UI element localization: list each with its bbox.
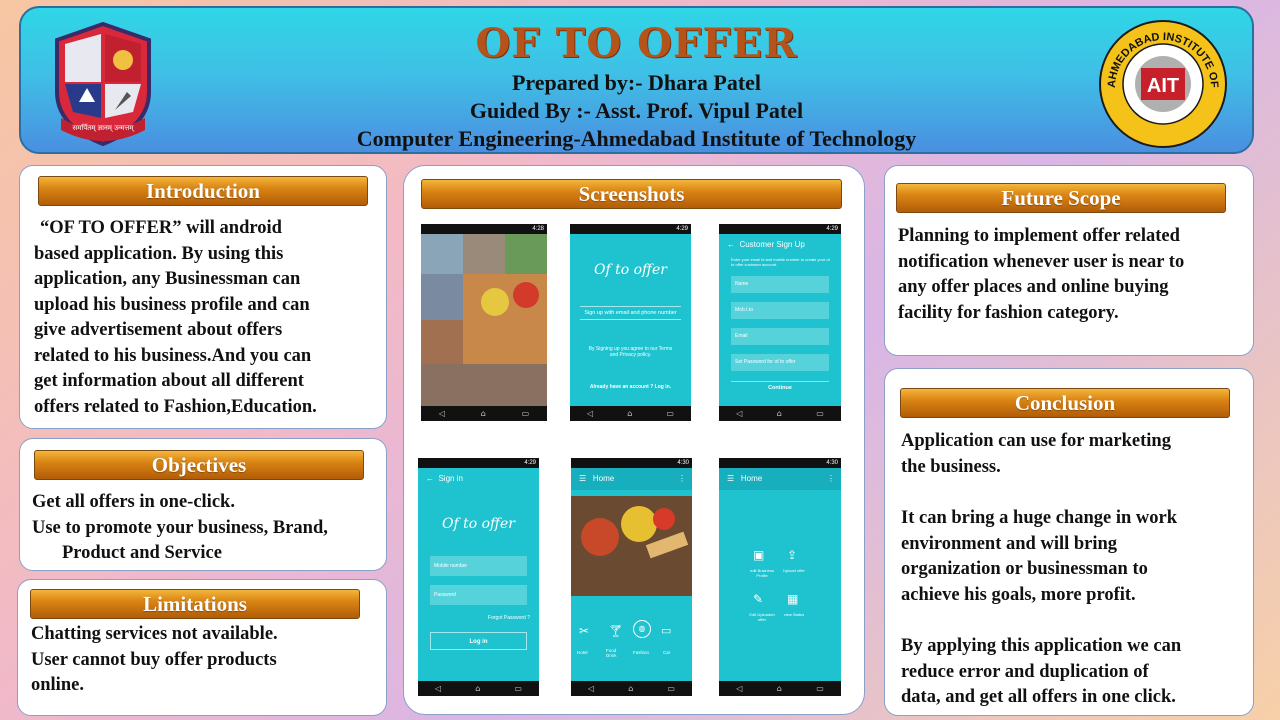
objectives-text: Get all offers in one-click. Use to prom… [32, 492, 328, 563]
ait-logo-icon: AHMEDABAD INSTITUTE OF TECHNOLOGY AIT [1097, 18, 1227, 148]
introduction-panel: Introduction “OF TO OFFER” will android … [19, 165, 387, 429]
screenshot-welcome: 4:29 Of to offer Sign up with email and … [570, 224, 691, 421]
screenshots-panel: Screenshots 4:28 ◁ ⌂ ▭ 4:29 Of to offer Si… [403, 165, 865, 715]
limitations-panel: Limitations Chatting services not availa… [17, 579, 387, 716]
conclusion-heading: Conclusion [900, 388, 1230, 418]
svg-text:AIT: AIT [1147, 75, 1179, 97]
screenshot-collage: 4:28 ◁ ⌂ ▭ [421, 224, 547, 421]
screenshot-customer-signup: 4:29 ← Customer Sign Up Enter your email… [719, 224, 841, 421]
objectives-panel: Objectives Get all offers in one-click. … [19, 438, 387, 571]
limitations-text: Chatting services not available. User ca… [31, 624, 278, 695]
screenshot-home-dashboard: 4:30 ☰ Home ⋮ ▣ ⇪ edit Business Profile U… [719, 458, 841, 696]
poster-title: OF TO OFFER [475, 20, 798, 67]
department: Computer Engineering-Ahmedabad Institute… [356, 126, 917, 151]
future-scope-panel: Future Scope Planning to implement offer… [884, 165, 1254, 356]
conclusion-text: Application can use for marketing the bu… [901, 431, 1182, 707]
introduction-text: “OF TO OFFER” will android based applica… [34, 218, 317, 417]
future-scope-heading: Future Scope [896, 183, 1226, 213]
limitations-heading: Limitations [30, 589, 360, 619]
future-scope-text: Planning to implement offer related noti… [898, 226, 1185, 323]
guided-by: Guided By :- Asst. Prof. Vipul Patel [469, 98, 804, 123]
screenshot-home-categories: 4:30 ☰ Home ⋮ ✂ 🍸︎ ◍ ▭ Hotel Food Drink F… [571, 458, 692, 696]
introduction-heading: Introduction [38, 176, 368, 206]
objectives-heading: Objectives [34, 450, 364, 480]
header-banner: समर्पितम् ज्ञानम् उन्मत्तम् OF TO OFFER … [19, 6, 1254, 154]
screenshot-signin: 4:29 ← Sign in Of to offer Mobile number… [418, 458, 539, 696]
conclusion-panel: Conclusion Application can use for marke… [884, 368, 1254, 716]
prepared-by: Prepared by:- Dhara Patel [511, 70, 762, 95]
screenshots-heading: Screenshots [421, 179, 842, 209]
